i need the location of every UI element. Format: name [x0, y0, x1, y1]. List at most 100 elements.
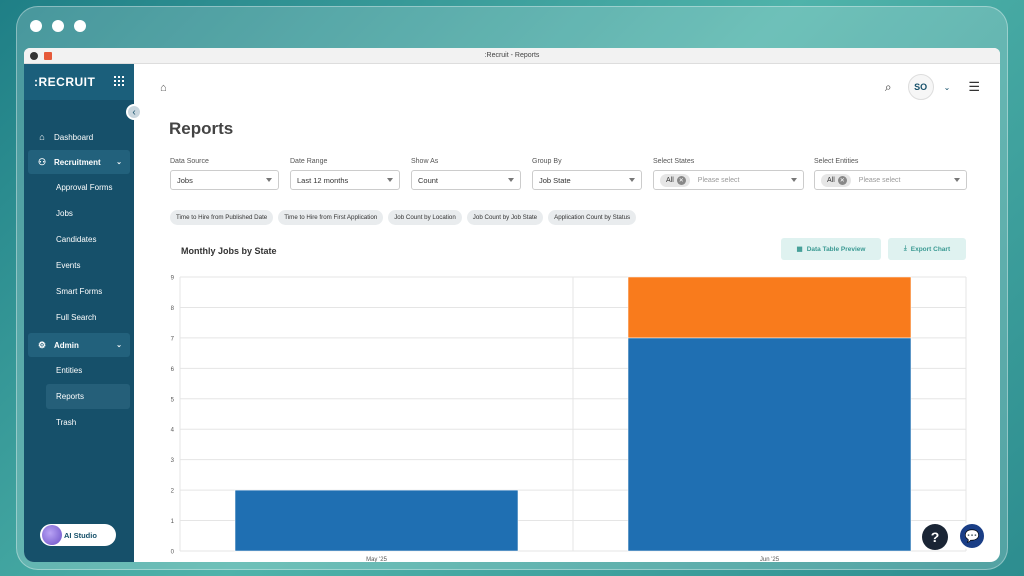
- chip-label: All: [827, 176, 835, 184]
- y-tick-label: 0: [171, 550, 175, 556]
- chevron-down-icon[interactable]: ⌄: [944, 83, 951, 92]
- date-range-select[interactable]: Last 12 months: [290, 170, 400, 190]
- group-by-select[interactable]: Job State: [532, 170, 642, 190]
- filter-label: Select States: [653, 158, 695, 165]
- quick-report-chip[interactable]: Job Count by Location: [388, 210, 462, 225]
- menu-icon[interactable]: ☰: [968, 79, 980, 95]
- sidebar-item-entities[interactable]: Entities: [46, 358, 130, 383]
- filter-label: Date Range: [290, 158, 328, 165]
- sidebar-item-approval-forms[interactable]: Approval Forms: [46, 175, 130, 200]
- download-icon: ⤓: [903, 245, 907, 252]
- filter-show-as: Show As Count: [411, 158, 521, 190]
- minimize-window-dot[interactable]: [52, 20, 64, 32]
- y-tick-label: 3: [171, 458, 175, 464]
- sidebar-item-label: Recruitment: [54, 157, 101, 167]
- chevron-down-icon: ⌄: [116, 159, 122, 166]
- quick-report-chip[interactable]: Application Count by Status: [548, 210, 637, 225]
- table-icon: ▦: [796, 246, 803, 253]
- sidebar-item-full-search[interactable]: Full Search: [46, 305, 130, 330]
- quick-report-chip[interactable]: Job Count by Job State: [466, 210, 544, 225]
- window-controls: [30, 20, 86, 32]
- sidebar-item-dashboard[interactable]: ⌂ Dashboard: [28, 125, 130, 149]
- home-icon: ⌂: [39, 132, 45, 142]
- sidebar-item-smart-forms[interactable]: Smart Forms: [46, 279, 130, 304]
- button-label: Export Chart: [910, 245, 951, 253]
- sidebar-item-reports[interactable]: Reports: [46, 384, 130, 409]
- y-tick-label: 9: [171, 276, 175, 282]
- y-tick-label: 8: [171, 306, 175, 312]
- sidebar-item-jobs[interactable]: Jobs: [46, 201, 130, 226]
- sidebar-item-trash[interactable]: Trash: [46, 410, 130, 435]
- apps-grid-icon[interactable]: [114, 76, 124, 86]
- select-value: Job State: [539, 175, 571, 185]
- avatar[interactable]: SO: [907, 74, 934, 100]
- sidebar-item-admin[interactable]: ⚙ Admin ⌄: [28, 333, 130, 357]
- page-title: Reports: [169, 119, 234, 138]
- chat-button[interactable]: 💬: [958, 522, 986, 550]
- bar-published: [627, 276, 912, 339]
- quick-report-chip[interactable]: Time to Hire from Published Date: [170, 210, 274, 225]
- caret-down-icon: [791, 178, 797, 182]
- filter-label: Data Source: [170, 158, 209, 165]
- ai-studio-label: AI Studio: [64, 530, 97, 540]
- y-tick-label: 7: [171, 336, 175, 342]
- select-entities-multiselect[interactable]: All ✕ Please select: [814, 170, 967, 190]
- home-icon[interactable]: ⌂: [160, 82, 167, 94]
- remove-chip-icon[interactable]: ✕: [837, 175, 847, 185]
- people-icon: ⚇: [37, 156, 47, 167]
- app-logo: :RECRUIT: [34, 75, 96, 89]
- sidebar: :RECRUIT ⌂ Dashboard ⚇ Recruitment ⌄ App…: [24, 64, 134, 562]
- filter-select-entities: Select Entities All ✕ Please select: [814, 158, 967, 190]
- select-value: Jobs: [177, 175, 193, 185]
- x-tick-label: May '25: [366, 557, 387, 562]
- button-label: Data Table Preview: [806, 245, 866, 253]
- remove-chip-icon[interactable]: ✕: [676, 175, 686, 185]
- select-value: Count: [418, 175, 439, 185]
- export-chart-button[interactable]: ⤓ Export Chart: [888, 238, 966, 260]
- filter-date-range: Date Range Last 12 months: [290, 158, 400, 190]
- filter-group-by: Group By Job State: [532, 158, 642, 190]
- header-actions: ⌕ SO ⌄ ☰: [885, 74, 980, 100]
- sidebar-item-recruitment[interactable]: ⚇ Recruitment ⌄: [28, 150, 130, 174]
- ai-studio-button[interactable]: AI Studio: [40, 524, 116, 546]
- sidebar-item-candidates[interactable]: Candidates: [46, 227, 130, 252]
- quick-report-chip[interactable]: Time to Hire from First Application: [278, 210, 384, 225]
- y-tick-label: 2: [171, 489, 175, 495]
- show-as-select[interactable]: Count: [411, 170, 521, 190]
- filters-row: Data Source Jobs Date Range Last 12 mont…: [170, 158, 970, 198]
- x-tick-label: Jun '25: [760, 557, 780, 562]
- logo-row: :RECRUIT: [24, 64, 134, 100]
- select-states-multiselect[interactable]: All ✕ Please select: [653, 170, 804, 190]
- filter-select-states: Select States All ✕ Please select: [653, 158, 804, 190]
- placeholder-text: Please select: [858, 176, 901, 184]
- bar-closed: [234, 489, 519, 552]
- y-tick-label: 5: [171, 397, 175, 403]
- chevron-down-icon: ⌄: [116, 342, 122, 349]
- caret-down-icon: [629, 178, 635, 182]
- search-icon[interactable]: ⌕: [885, 80, 892, 95]
- app-window: :Recruit - Reports :RECRUIT ⌂ Dashboard …: [24, 48, 1000, 562]
- maximize-window-dot[interactable]: [74, 20, 86, 32]
- caret-down-icon: [387, 178, 393, 182]
- ai-studio-avatar-icon: [42, 525, 62, 545]
- sidebar-item-label: Admin: [54, 340, 79, 350]
- caret-down-icon: [508, 178, 514, 182]
- placeholder-text: Please select: [697, 176, 740, 184]
- bar-closed: [627, 337, 912, 552]
- sidebar-item-label: Dashboard: [54, 132, 94, 142]
- sidebar-item-events[interactable]: Events: [46, 253, 130, 278]
- data-table-preview-button[interactable]: ▦ Data Table Preview: [781, 238, 881, 260]
- select-value: Last 12 months: [297, 175, 349, 185]
- y-tick-label: 6: [171, 367, 175, 373]
- quick-report-chips: Time to Hire from Published Date Time to…: [170, 210, 637, 225]
- sidebar-nav: ⌂ Dashboard ⚇ Recruitment ⌄ Approval For…: [24, 124, 134, 436]
- title-bar: :Recruit - Reports: [24, 48, 1000, 64]
- chip-label: All: [666, 176, 674, 184]
- help-button[interactable]: ?: [922, 524, 948, 550]
- caret-down-icon: [954, 178, 960, 182]
- close-window-dot[interactable]: [30, 20, 42, 32]
- collapse-sidebar-icon[interactable]: ‹: [126, 104, 142, 120]
- filter-label: Show As: [411, 158, 439, 165]
- main-content: ⌂ ⌕ SO ⌄ ☰ Reports Data Source Jobs Date…: [134, 64, 1000, 562]
- data-source-select[interactable]: Jobs: [170, 170, 279, 190]
